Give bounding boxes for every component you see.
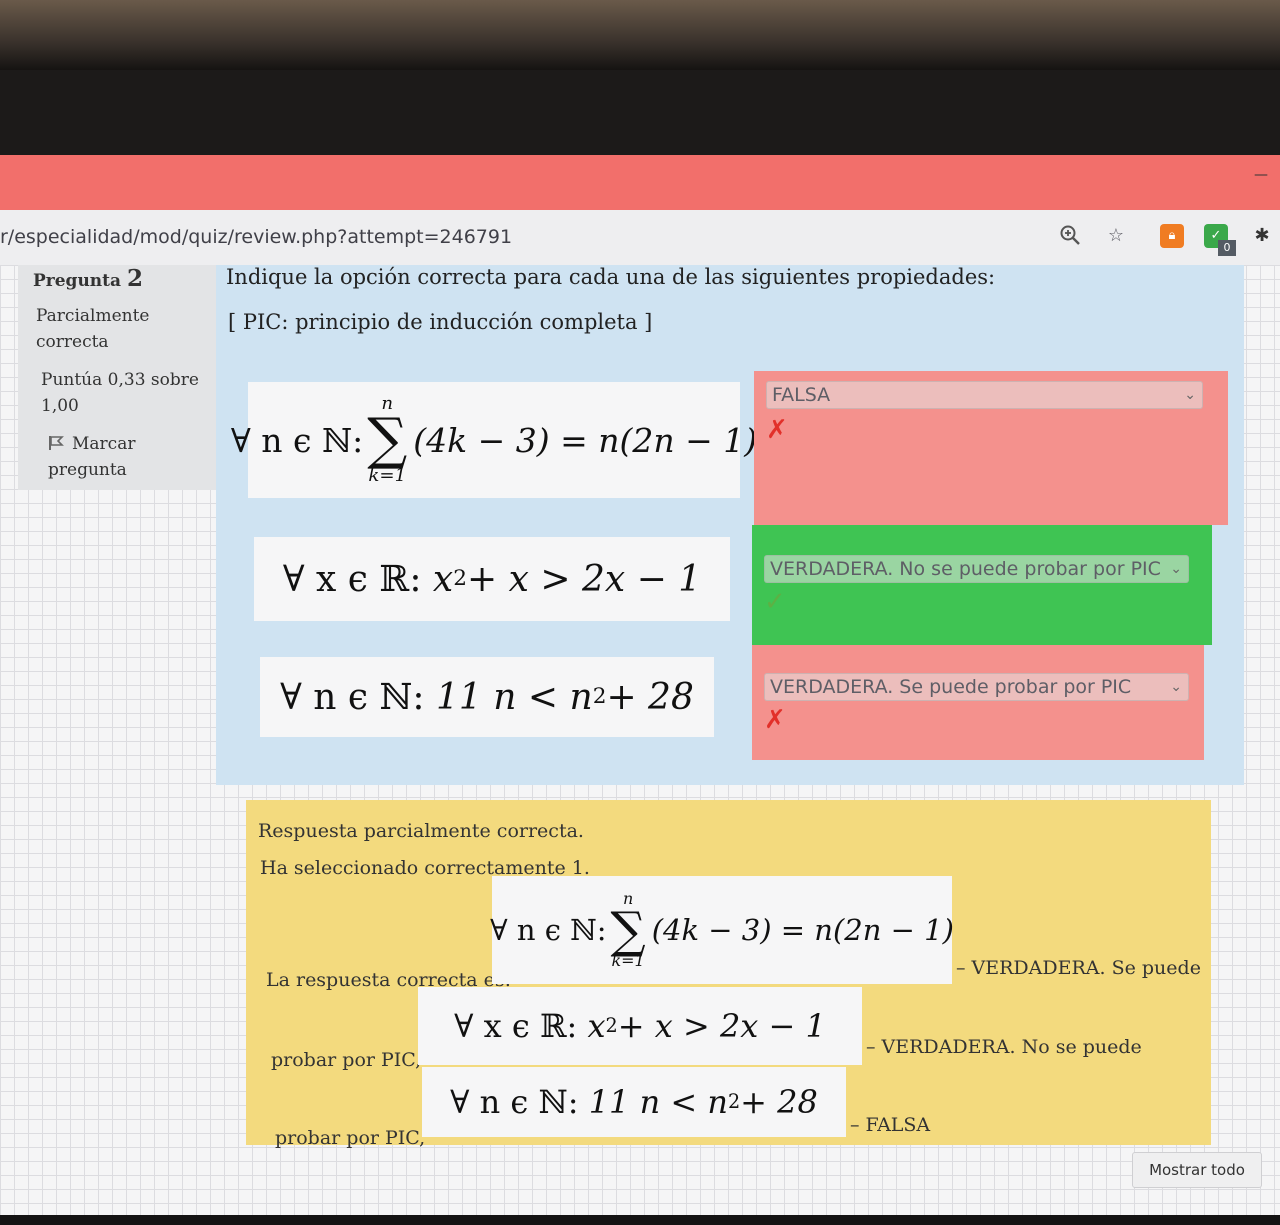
feedback-answer-2: – VERDADERA. No se puede — [866, 1036, 1142, 1058]
question-text: Indique la opción correcta para cada una… — [226, 265, 996, 289]
question-number: Pregunta 2 — [33, 265, 143, 292]
answer-cell-1: FALSA ⌄ ✗ — [754, 371, 1228, 525]
feedback-statement-1-expression: (4k − 3) = n(2n − 1) — [651, 913, 954, 947]
flag-icon[interactable] — [48, 433, 64, 450]
answer-select-1[interactable]: FALSA ⌄ — [766, 381, 1203, 409]
feedback-statement-2-rest: + x > 2x − 1 — [617, 1007, 826, 1045]
bookmark-star-icon[interactable]: ☆ — [1104, 224, 1128, 248]
feedback-answer-2-cont: probar por PIC, — [275, 1127, 426, 1149]
feedback-statement-3-base: 11 n < n — [588, 1083, 728, 1121]
chevron-down-icon[interactable]: ⌄ — [1170, 556, 1182, 582]
address-bar[interactable]: r/especialidad/mod/quiz/review.php?attem… — [0, 210, 1280, 266]
cross-icon: ✗ — [766, 415, 788, 445]
extension-lock-icon[interactable]: 🔒︎ — [1160, 224, 1184, 248]
feedback-answer-1: – VERDADERA. Se puede — [956, 957, 1201, 979]
statement-3-quantifier: ∀ n ϵ ℕ: — [280, 676, 425, 718]
check-icon: ✓ — [764, 587, 786, 617]
minimize-icon[interactable]: — — [1254, 167, 1268, 183]
feedback-answer-3: – FALSA — [850, 1114, 931, 1136]
statement-3-rest: + 28 — [606, 676, 694, 718]
answer-select-3-value[interactable]: VERDADERA. Se puede probar por PIC — [770, 676, 1131, 698]
feedback-statement-3: ∀ n ϵ ℕ: 11 n < n2 + 28 — [422, 1067, 846, 1137]
answer-select-2-value[interactable]: VERDADERA. No se puede probar por PIC — [770, 558, 1161, 580]
url-text[interactable]: r/especialidad/mod/quiz/review.php?attem… — [0, 226, 512, 248]
answer-cell-3: VERDADERA. Se puede probar por PIC ⌄ ✗ — [752, 645, 1204, 760]
feedback-statement-3-rest: + 28 — [740, 1083, 818, 1121]
monitor-bezel — [0, 0, 1280, 70]
state-line-2: correcta — [36, 332, 109, 352]
feedback-statement-1-quantifier: ∀ n ϵ ℕ: — [490, 913, 607, 947]
feedback-statement-3-quantifier: ∀ n ϵ ℕ: — [450, 1083, 579, 1121]
flag-line-1[interactable]: Marcar — [72, 434, 135, 454]
sigma-symbol: n ∑ k=1 — [610, 888, 646, 971]
flag-line-2[interactable]: pregunta — [48, 457, 208, 483]
answer-select-2[interactable]: VERDADERA. No se puede probar por PIC ⌄ — [764, 555, 1189, 583]
answer-select-3[interactable]: VERDADERA. Se puede probar por PIC ⌄ — [764, 673, 1189, 701]
statement-1-expression: (4k − 3) = n(2n − 1) — [413, 420, 758, 460]
feedback-statement-2: ∀ x ϵ ℝ: x2 + x > 2x − 1 — [418, 987, 862, 1065]
state-line-1: Parcialmente — [36, 306, 150, 326]
zoom-icon[interactable] — [1058, 224, 1082, 248]
feedback-answer-1-cont: probar por PIC, — [271, 1049, 422, 1071]
feedback-statement-2-quantifier: ∀ x ϵ ℝ: — [454, 1007, 578, 1045]
chevron-down-icon[interactable]: ⌄ — [1184, 382, 1196, 408]
statement-2-rest: + x > 2x − 1 — [466, 558, 702, 600]
partial-feedback: Respuesta parcialmente correcta. — [258, 820, 584, 842]
statement-3-base: 11 n < n — [436, 676, 593, 718]
extension-badge: 0 — [1218, 240, 1236, 256]
question-note: [ PIC: principio de inducción completa ] — [228, 310, 653, 334]
sum-lower-bound: k=1 — [611, 951, 645, 971]
statement-3: ∀ n ϵ ℕ: 11 n < n2 + 28 — [260, 657, 714, 737]
cross-icon: ✗ — [764, 705, 786, 735]
statement-1-quantifier: ∀ n ϵ ℕ: — [230, 420, 364, 460]
show-all-button[interactable]: Mostrar todo — [1132, 1152, 1262, 1188]
extensions-puzzle-icon[interactable]: ✱ — [1250, 224, 1274, 248]
sum-lower-bound: k=1 — [368, 464, 407, 486]
quiz-review-page: Pregunta 2 Parcialmente correcta Puntúa … — [0, 265, 1280, 1220]
feedback-statement-1: ∀ n ϵ ℕ: n ∑ k=1 (4k − 3) = n(2n − 1) — [490, 876, 954, 984]
statement-1: ∀ n ϵ ℕ: n ∑ k=1 (4k − 3) = n(2n − 1) — [231, 382, 757, 498]
sigma-symbol: n ∑ k=1 — [367, 393, 408, 486]
statement-2-quantifier: ∀ x ϵ ℝ: — [282, 558, 422, 600]
question-info: Pregunta 2 Parcialmente correcta Puntúa … — [18, 265, 216, 490]
question-number-value: 2 — [126, 265, 143, 292]
feedback-statement-2-base: x — [587, 1007, 606, 1045]
answer-select-1-value[interactable]: FALSA — [772, 384, 830, 406]
flag-question-link[interactable]: Marcar pregunta — [48, 431, 208, 483]
feedback-box: Respuesta parcialmente correcta. Ha sele… — [246, 800, 1211, 1149]
question-grade: Puntúa 0,33 sobre 1,00 — [41, 367, 201, 419]
statement-2: ∀ x ϵ ℝ: x2 + x > 2x − 1 — [254, 537, 730, 621]
statement-2-base: x — [432, 558, 454, 600]
question-state: Parcialmente correcta — [36, 303, 186, 355]
answer-cell-2: VERDADERA. No se puede probar por PIC ⌄ … — [752, 525, 1212, 645]
browser-tab-strip: — — [0, 155, 1280, 210]
grade-line-2: 1,00 — [41, 396, 79, 416]
monitor-bezel-bottom — [0, 1215, 1280, 1225]
chevron-down-icon[interactable]: ⌄ — [1170, 674, 1182, 700]
question-label: Pregunta — [33, 271, 122, 291]
grade-line-1: Puntúa 0,33 sobre — [41, 370, 199, 390]
question-formulation: Indique la opción correcta para cada una… — [216, 265, 1244, 785]
